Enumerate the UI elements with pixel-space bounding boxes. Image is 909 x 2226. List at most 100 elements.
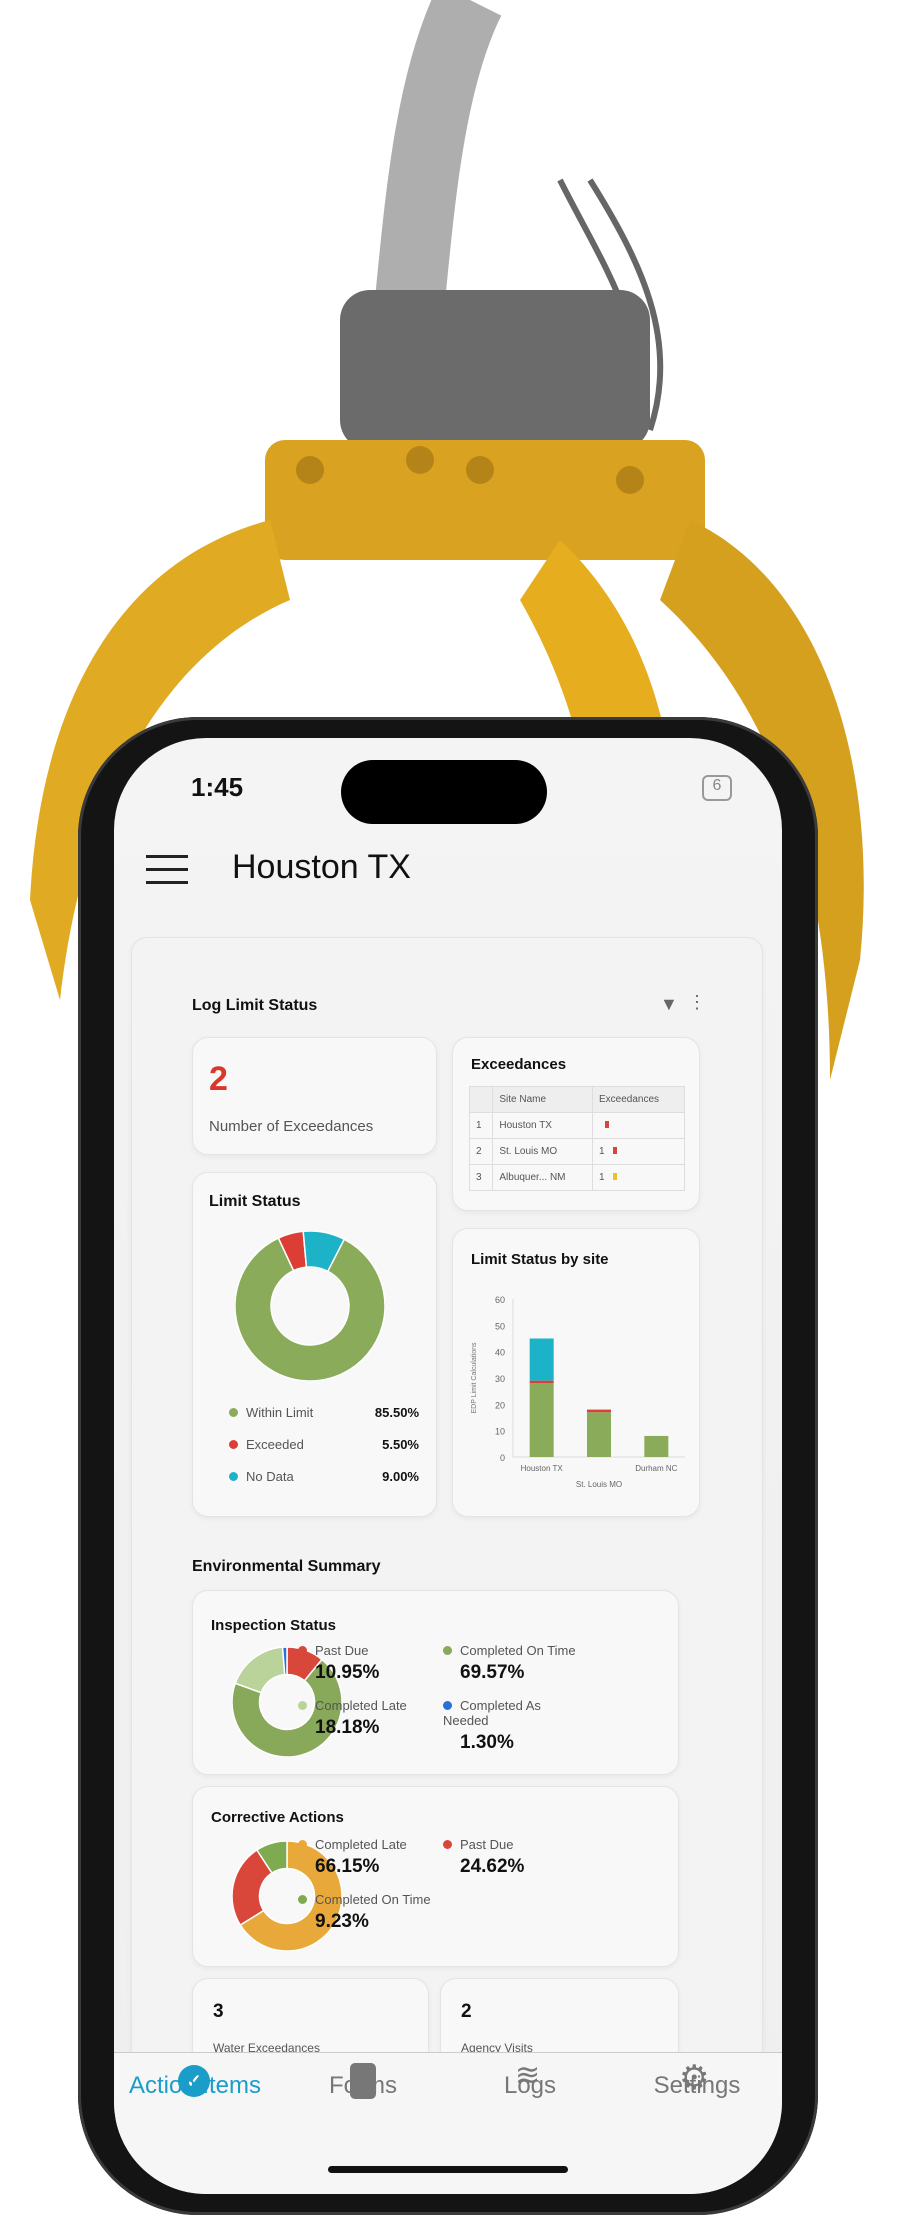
exceedances-table-title: Exceedances — [471, 1056, 567, 1073]
col-header-site: Site Name — [492, 1086, 594, 1113]
y-tick-label: 0 — [500, 1453, 505, 1463]
legend-item: Past Due 24.62% — [443, 1837, 583, 1878]
table-row[interactable]: 1 Houston TX — [468, 1112, 685, 1139]
exceedances-count-card[interactable]: 2 Number of Exceedances — [192, 1037, 437, 1155]
legend-value: 9.23% — [315, 1911, 369, 1932]
legend-item: Completed On Time 69.57% — [443, 1643, 583, 1684]
legend-item: Exceeded 5.50% — [229, 1437, 419, 1452]
limit-status-by-site-card: Limit Status by site 0 10 20 30 40 50 60 EDP Li… — [452, 1228, 700, 1517]
dynamic-island — [341, 760, 547, 824]
section-title-env: Environmental Summary — [192, 1558, 381, 1575]
inspection-title: Inspection Status — [211, 1617, 337, 1634]
home-indicator — [328, 2166, 568, 2173]
legend-dot — [443, 1646, 452, 1655]
limit-status-card: Limit Status Within Limit 85.50% Exceeded 5… — [192, 1172, 437, 1517]
legend-label: Completed On Time — [460, 1643, 576, 1658]
y-axis-label: EDP Limit Calculations — [471, 1342, 478, 1414]
x-tick-label: St. Louis MO — [576, 1480, 622, 1489]
row-site: Albuquer... NM — [492, 1164, 594, 1191]
y-tick-label: 20 — [495, 1400, 505, 1410]
row-number: 1 — [468, 1112, 494, 1139]
legend-value: 10.95% — [315, 1662, 380, 1683]
legend-dot — [443, 1840, 452, 1849]
legend-value: 9.00% — [382, 1469, 419, 1484]
legend-item: Past Due 10.95% — [298, 1643, 438, 1684]
legend-value: 5.50% — [382, 1437, 419, 1452]
legend-dot — [443, 1701, 452, 1710]
legend-item: Completed On Time 9.23% — [298, 1892, 438, 1933]
bar-segment-houston-tx[interactable] — [529, 1383, 554, 1457]
corrective-actions-card: Corrective Actions Completed Late 66.15% P… — [192, 1786, 679, 1967]
status-marker — [613, 1147, 618, 1154]
bar-segment-houston-tx[interactable] — [529, 1380, 554, 1384]
corrective-title: Corrective Actions — [211, 1809, 344, 1826]
bar-chart: 0 10 20 30 40 50 60 EDP Limit Calculations Houst… — [471, 1295, 685, 1489]
nav-settings[interactable]: Settings — [617, 2072, 777, 2100]
status-time: 1:45 — [191, 772, 244, 802]
row-count: 1 — [592, 1138, 685, 1165]
y-tick-label: 30 — [495, 1374, 505, 1384]
legend-label: Exceeded — [246, 1437, 304, 1452]
legend-label: Within Limit — [246, 1405, 314, 1420]
y-tick-label: 40 — [495, 1348, 505, 1358]
hamburger-menu-button[interactable] — [146, 855, 188, 885]
legend-value: 24.62% — [460, 1856, 525, 1877]
legend-item: Completed Late 66.15% — [298, 1837, 438, 1878]
legend-label: No Data — [246, 1469, 294, 1484]
nav-forms[interactable]: Forms — [283, 2072, 443, 2100]
exceedances-table: Site Name Exceedances 1 Houston TX 2 St. Lo… — [468, 1086, 685, 1191]
legend-label: Completed Late — [315, 1837, 407, 1852]
legend-value: 1.30% — [460, 1732, 514, 1753]
y-tick-label: 50 — [495, 1321, 505, 1331]
row-count: 1 — [592, 1164, 685, 1191]
table-row[interactable]: 3 Albuquer... NM 1 — [468, 1164, 685, 1191]
legend-dot — [229, 1408, 238, 1417]
legend-item: Completed As Needed 1.30% — [443, 1698, 583, 1754]
x-tick-label: Houston TX — [521, 1464, 564, 1473]
legend-dot — [298, 1895, 307, 1904]
legend-label: Completed As Needed — [443, 1698, 541, 1728]
status-marker — [613, 1173, 618, 1180]
nav-logs[interactable]: Logs — [450, 2072, 610, 2100]
col-header-exceedances: Exceedances — [592, 1086, 685, 1113]
x-tick-label: Durham NC — [635, 1464, 677, 1473]
bar-segment-st-louis-mo[interactable] — [587, 1409, 611, 1413]
battery-indicator: 6 — [702, 775, 732, 801]
row-site: St. Louis MO — [492, 1138, 594, 1165]
bar-segment-houston-tx[interactable] — [529, 1338, 554, 1381]
legend-label: Past Due — [460, 1837, 514, 1852]
water-exceedances-value: 3 — [213, 2001, 224, 2022]
legend-dot — [229, 1472, 238, 1481]
legend-dot — [298, 1840, 307, 1849]
legend-label: Completed Late — [315, 1698, 407, 1713]
legend-label: Completed On Time — [315, 1892, 431, 1907]
donut-slice-completed-late[interactable] — [234, 1647, 286, 1694]
y-tick-label: 60 — [495, 1295, 505, 1305]
exceedances-label: Number of Exceedances — [209, 1118, 374, 1135]
limit-status-donut — [235, 1231, 385, 1381]
exceedances-table-card: Exceedances Site Name Exceedances 1 Housto… — [452, 1037, 700, 1211]
bar-segment-durham-nc[interactable] — [644, 1435, 669, 1457]
legend-item: Within Limit 85.50% — [229, 1405, 419, 1420]
y-tick-label: 10 — [495, 1427, 505, 1437]
legend-item: Completed Late 18.18% — [298, 1698, 438, 1739]
limit-status-title: Limit Status — [209, 1193, 301, 1210]
agency-visits-value: 2 — [461, 2001, 472, 2022]
table-row[interactable]: 2 St. Louis MO 1 — [468, 1138, 685, 1165]
bar-segment-st-louis-mo[interactable] — [587, 1412, 611, 1457]
status-marker — [605, 1121, 610, 1128]
more-options-icon[interactable]: ⋮ — [688, 992, 706, 1013]
row-count — [592, 1112, 685, 1139]
legend-value: 85.50% — [374, 1405, 419, 1420]
legend-item: No Data 9.00% — [229, 1469, 419, 1484]
legend-dot — [298, 1646, 307, 1655]
row-number: 3 — [468, 1164, 494, 1191]
filter-icon[interactable]: ▼ — [660, 994, 678, 1015]
page-title: Houston TX — [232, 848, 411, 886]
legend-dot — [298, 1701, 307, 1710]
legend-value: 69.57% — [460, 1662, 525, 1683]
inspection-status-card: Inspection Status Past Due 10.95% Complete… — [192, 1590, 679, 1775]
row-number: 2 — [468, 1138, 494, 1165]
section-title-log-limit: Log Limit Status — [192, 997, 318, 1014]
nav-action-items[interactable]: Action Items — [115, 2072, 275, 2100]
